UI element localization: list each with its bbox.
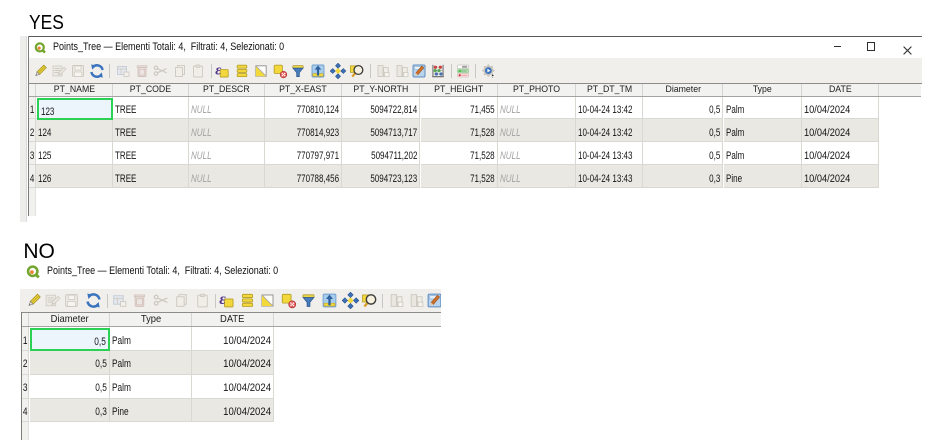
svg-text:ε: ε bbox=[215, 63, 222, 78]
svg-text:ε: ε bbox=[219, 292, 226, 308]
